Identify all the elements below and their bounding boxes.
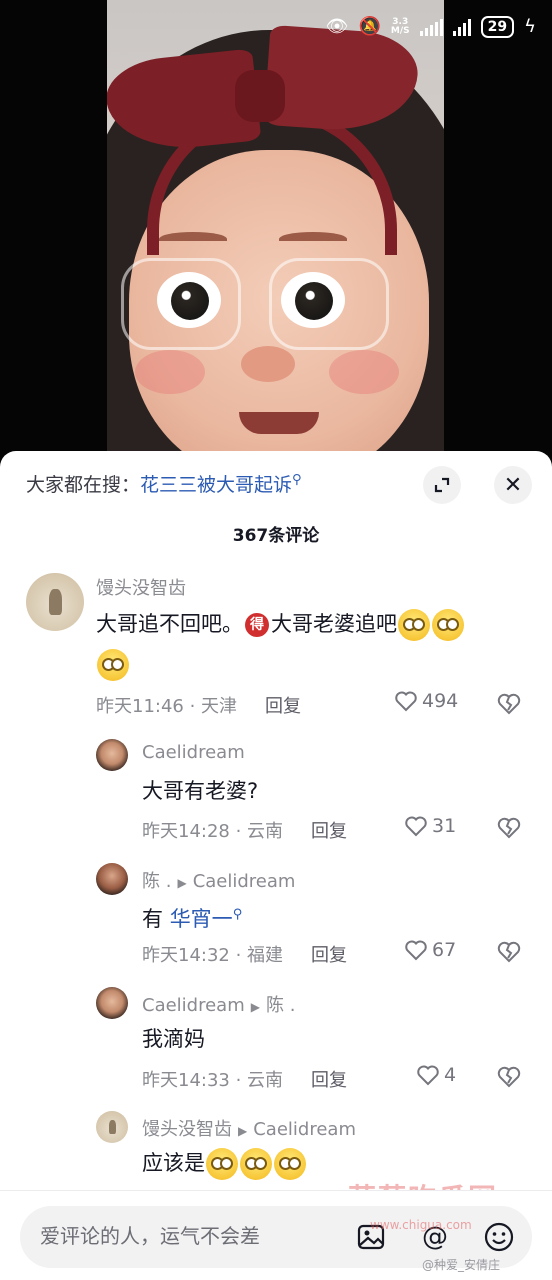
comment-text: 应该是: [142, 1145, 307, 1181]
emoji-icon: [274, 1148, 306, 1180]
like-count: 4: [444, 1064, 457, 1086]
comment-username: 陈 . ▶ Caelidream: [142, 871, 296, 892]
emoji-icon: [206, 1148, 238, 1180]
comment-username[interactable]: Caelidream: [142, 742, 245, 763]
avatar[interactable]: [26, 573, 84, 631]
comment-time: 昨天14:32 · 福建: [142, 945, 284, 966]
search-prefix: 大家都在搜：: [26, 474, 141, 496]
comment-text: 大哥追不回吧。得大哥老婆追吧: [96, 606, 465, 642]
reply-button[interactable]: 回复: [265, 696, 301, 717]
eye-icon: 👁: [325, 16, 349, 37]
close-icon: ✕: [503, 472, 523, 498]
emoji-icon: [398, 609, 430, 641]
close-button[interactable]: ✕: [494, 466, 532, 504]
reply-button[interactable]: 回复: [311, 1070, 347, 1091]
avatar[interactable]: [96, 863, 128, 895]
heart-icon: [417, 1065, 439, 1086]
expand-button[interactable]: [423, 466, 461, 504]
signal-icon-2: [452, 18, 471, 36]
comment-time: 昨天11:46 · 天津: [96, 696, 238, 717]
comment-text: 有 华宵一⚲: [142, 907, 243, 931]
video-area[interactable]: 👁 🔕 3.3 M/S 29 ϟ: [0, 0, 552, 462]
signal-icon: [419, 18, 443, 36]
comment-meta: 昨天14:28 · 云南 回复: [142, 817, 347, 843]
comment-count: 367条评论: [232, 526, 320, 546]
like-count: 31: [432, 815, 457, 837]
search-icon: ⚲: [232, 907, 243, 922]
de-badge-icon: 得: [245, 613, 269, 637]
weibo-watermark: @种爱_安倩庄: [422, 1258, 501, 1272]
emoji-icon: [432, 609, 464, 641]
reply-button[interactable]: 回复: [311, 945, 347, 966]
comment-username: Caelidream ▶ 陈 .: [142, 995, 296, 1016]
watermark-url: www.chigua.com: [370, 1218, 472, 1232]
broken-heart-icon[interactable]: [496, 692, 522, 716]
comment-time: 昨天14:33 · 云南: [142, 1070, 284, 1091]
heart-icon: [395, 691, 417, 712]
like-button[interactable]: 494: [394, 690, 458, 712]
comment-meta: 昨天14:32 · 福建 回复: [142, 941, 347, 967]
mute-icon: 🔕: [358, 16, 381, 37]
search-keyword[interactable]: 花三三被大哥起诉: [140, 474, 292, 496]
like-count: 67: [432, 939, 457, 961]
heart-icon: [405, 816, 427, 837]
avatar[interactable]: [96, 739, 128, 771]
reply-arrow-icon: ▶: [177, 876, 187, 890]
emoji-icon: [484, 1222, 514, 1252]
battery-icon: 29: [480, 16, 515, 38]
broken-heart-icon[interactable]: [496, 940, 522, 964]
comment-meta: 昨天14:33 · 云南 回复: [142, 1066, 347, 1092]
emoji-icon: [97, 649, 129, 681]
search-icon: ⚲: [292, 472, 302, 488]
status-bar: 👁 🔕 3.3 M/S 29 ϟ: [326, 14, 536, 40]
like-count: 494: [422, 690, 459, 712]
avatar[interactable]: [96, 1111, 128, 1143]
reply-arrow-icon: ▶: [238, 1124, 248, 1138]
comment-text-cont: [96, 646, 130, 682]
broken-heart-icon[interactable]: [496, 816, 522, 840]
like-button[interactable]: 4: [416, 1064, 456, 1086]
expand-icon: [434, 477, 450, 493]
search-keyword-link[interactable]: 华宵一: [170, 907, 233, 931]
comment-meta: 昨天11:46 · 天津 回复: [96, 692, 301, 718]
emoji-button[interactable]: [482, 1220, 516, 1254]
comment-text: 我滴妈: [142, 1027, 205, 1051]
heart-icon: [405, 940, 427, 961]
search-suggestion[interactable]: 大家都在搜：花三三被大哥起诉⚲: [26, 470, 302, 497]
like-button[interactable]: 31: [404, 815, 456, 837]
broken-heart-icon[interactable]: [496, 1065, 522, 1089]
comment-input[interactable]: [40, 1224, 340, 1248]
comment-username[interactable]: 馒头没智齿: [96, 574, 186, 600]
sheet-header: 大家都在搜：花三三被大哥起诉⚲ ✕ 367条评论: [0, 451, 552, 561]
comment-time: 昨天14:28 · 云南: [142, 821, 284, 842]
comment-text: 大哥有老婆?: [142, 779, 259, 803]
reply-button[interactable]: 回复: [311, 821, 347, 842]
reply-arrow-icon: ▶: [250, 1000, 260, 1014]
video-frame: [107, 0, 444, 462]
network-speed: 3.3 M/S: [390, 17, 410, 36]
bow-center: [235, 70, 285, 122]
charging-icon: ϟ: [524, 16, 536, 37]
comment-username: 馒头没智齿 ▶ Caelidream: [142, 1119, 356, 1140]
like-button[interactable]: 67: [404, 939, 456, 961]
emoji-icon: [240, 1148, 272, 1180]
avatar[interactable]: [96, 987, 128, 1019]
